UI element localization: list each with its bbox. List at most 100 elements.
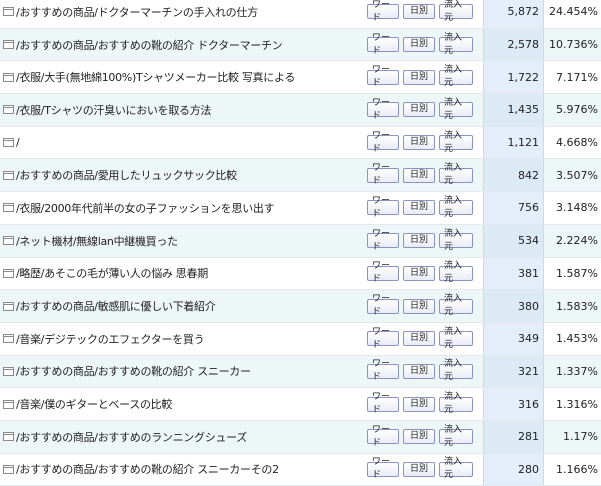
page-path-link[interactable]: /衣服/Tシャツの汗臭いにおいを取る方法 [16, 102, 211, 118]
source-button[interactable]: 流入元 [439, 163, 473, 186]
page-path-link[interactable]: /ネット機材/無線lan中継機買った [16, 233, 178, 249]
source-button[interactable]: 流入元 [439, 33, 473, 56]
page-path-cell: /略歴/あそこの毛が薄い人の悩み 思春期 [3, 258, 363, 290]
page-path-link[interactable]: /おすすめの商品/愛用したリュックサック比較 [16, 167, 237, 183]
daily-button[interactable]: 日別 [403, 233, 435, 249]
daily-button[interactable]: 日別 [403, 200, 435, 216]
daily-button[interactable]: 日別 [403, 396, 435, 412]
page-path-link[interactable]: / [16, 136, 20, 149]
pageview-percentage: 2.224% [556, 234, 598, 248]
table-row: /衣服/2000年代前半の女の子ファッションを思い出す ワード 日別 流入元 7… [0, 192, 601, 225]
pageview-count: 756 [518, 201, 539, 215]
table-row: /おすすめの商品/おすすめの靴の紹介 スニーカーその2 ワード 日別 流入元 2… [0, 453, 601, 486]
word-button[interactable]: ワード [367, 33, 399, 56]
page-path-link[interactable]: /おすすめの商品/ドクターマーチンの手入れの仕方 [16, 4, 258, 20]
word-button[interactable]: ワード [367, 0, 399, 23]
page-path-link[interactable]: /略歴/あそこの毛が薄い人の悩み 思春期 [16, 265, 208, 281]
page-icon [3, 203, 14, 213]
page-path-cell: /おすすめの商品/おすすめの靴の紹介 スニーカーその2 [3, 454, 363, 486]
source-button[interactable]: 流入元 [439, 0, 473, 23]
table-row: /おすすめの商品/おすすめのランニングシューズ ワード 日別 流入元 281 1… [0, 420, 601, 454]
pageview-count: 349 [518, 332, 539, 346]
page-icon [3, 366, 14, 376]
pageview-percentage: 1.453% [556, 332, 598, 346]
row-actions: ワード 日別 流入元 [367, 323, 473, 355]
source-button[interactable]: 流入元 [439, 261, 473, 284]
page-path-cell: /音楽/デジテックのエフェクターを買う [3, 323, 363, 355]
page-path-link[interactable]: /おすすめの商品/おすすめの靴の紹介 ドクターマーチン [16, 37, 283, 53]
source-button[interactable]: 流入元 [439, 359, 473, 382]
source-button[interactable]: 流入元 [439, 98, 473, 121]
table-row: /音楽/デジテックのエフェクターを買う ワード 日別 流入元 349 1.453… [0, 322, 601, 356]
source-button[interactable]: 流入元 [439, 327, 473, 350]
pageview-count: 316 [518, 397, 539, 411]
page-path-link[interactable]: /おすすめの商品/おすすめの靴の紹介 スニーカー [16, 363, 251, 379]
row-actions: ワード 日別 流入元 [367, 225, 473, 257]
table-row: /おすすめの商品/ドクターマーチンの手入れの仕方 ワード 日別 流入元 5,87… [0, 0, 601, 29]
page-icon [3, 7, 14, 17]
word-button[interactable]: ワード [367, 65, 399, 88]
page-path-link[interactable]: /おすすめの商品/敏感肌に優しい下着紹介 [16, 298, 216, 314]
pageview-percentage: 7.171% [556, 70, 598, 84]
word-button[interactable]: ワード [367, 457, 399, 480]
word-button[interactable]: ワード [367, 327, 399, 350]
page-path-cell: /おすすめの商品/おすすめの靴の紹介 ドクターマーチン [3, 29, 363, 61]
word-button[interactable]: ワード [367, 163, 399, 186]
row-actions: ワード 日別 流入元 [367, 29, 473, 61]
page-path-link[interactable]: /衣服/大手(無地綿100%)Tシャツメーカー比較 写真による [16, 69, 295, 85]
daily-button[interactable]: 日別 [403, 461, 435, 477]
page-icon [3, 268, 14, 278]
page-icon [3, 40, 14, 50]
page-path-link[interactable]: /衣服/2000年代前半の女の子ファッションを思い出す [16, 200, 275, 216]
pageview-count: 281 [518, 430, 539, 444]
word-button[interactable]: ワード [367, 359, 399, 382]
daily-button[interactable]: 日別 [403, 298, 435, 314]
page-icon [3, 138, 14, 148]
daily-button[interactable]: 日別 [403, 69, 435, 85]
source-button[interactable]: 流入元 [439, 294, 473, 317]
page-path-link[interactable]: /音楽/デジテックのエフェクターを買う [16, 331, 205, 347]
pageview-percentage: 1.17% [563, 430, 598, 444]
source-button[interactable]: 流入元 [439, 131, 473, 154]
page-path-cell: /おすすめの商品/おすすめの靴の紹介 スニーカー [3, 356, 363, 388]
daily-button[interactable]: 日別 [403, 37, 435, 53]
word-button[interactable]: ワード [367, 131, 399, 154]
page-path-cell: / [3, 127, 363, 159]
word-button[interactable]: ワード [367, 425, 399, 448]
access-ranking-table: /おすすめの商品/ドクターマーチンの手入れの仕方 ワード 日別 流入元 5,87… [0, 0, 601, 486]
page-path-cell: /おすすめの商品/愛用したリュックサック比較 [3, 159, 363, 191]
word-button[interactable]: ワード [367, 392, 399, 415]
daily-button[interactable]: 日別 [403, 429, 435, 445]
word-button[interactable]: ワード [367, 229, 399, 252]
page-icon [3, 236, 14, 246]
page-path-link[interactable]: /おすすめの商品/おすすめの靴の紹介 スニーカーその2 [16, 461, 279, 477]
row-actions: ワード 日別 流入元 [367, 127, 473, 159]
daily-button[interactable]: 日別 [403, 102, 435, 118]
daily-button[interactable]: 日別 [403, 135, 435, 151]
daily-button[interactable]: 日別 [403, 363, 435, 379]
daily-button[interactable]: 日別 [403, 265, 435, 281]
source-button[interactable]: 流入元 [439, 425, 473, 448]
source-button[interactable]: 流入元 [439, 196, 473, 219]
page-path-link[interactable]: /おすすめの商品/おすすめのランニングシューズ [16, 429, 247, 445]
daily-button[interactable]: 日別 [403, 331, 435, 347]
word-button[interactable]: ワード [367, 294, 399, 317]
page-icon [3, 105, 14, 115]
table-row: /音楽/僕のギターとベースの比較 ワード 日別 流入元 316 1.316% [0, 388, 601, 421]
page-path-cell: /音楽/僕のギターとベースの比較 [3, 388, 363, 420]
table-row: /衣服/大手(無地綿100%)Tシャツメーカー比較 写真による ワード 日別 流… [0, 61, 601, 95]
daily-button[interactable]: 日別 [403, 167, 435, 183]
source-button[interactable]: 流入元 [439, 457, 473, 480]
word-button[interactable]: ワード [367, 261, 399, 284]
table-row: /衣服/Tシャツの汗臭いにおいを取る方法 ワード 日別 流入元 1,435 5.… [0, 94, 601, 127]
page-path-link[interactable]: /音楽/僕のギターとベースの比較 [16, 396, 172, 412]
word-button[interactable]: ワード [367, 98, 399, 121]
source-button[interactable]: 流入元 [439, 229, 473, 252]
source-button[interactable]: 流入元 [439, 65, 473, 88]
daily-button[interactable]: 日別 [403, 4, 435, 20]
source-button[interactable]: 流入元 [439, 392, 473, 415]
row-actions: ワード 日別 流入元 [367, 454, 473, 486]
pageview-count: 321 [518, 364, 539, 378]
pageview-count: 842 [518, 168, 539, 182]
word-button[interactable]: ワード [367, 196, 399, 219]
